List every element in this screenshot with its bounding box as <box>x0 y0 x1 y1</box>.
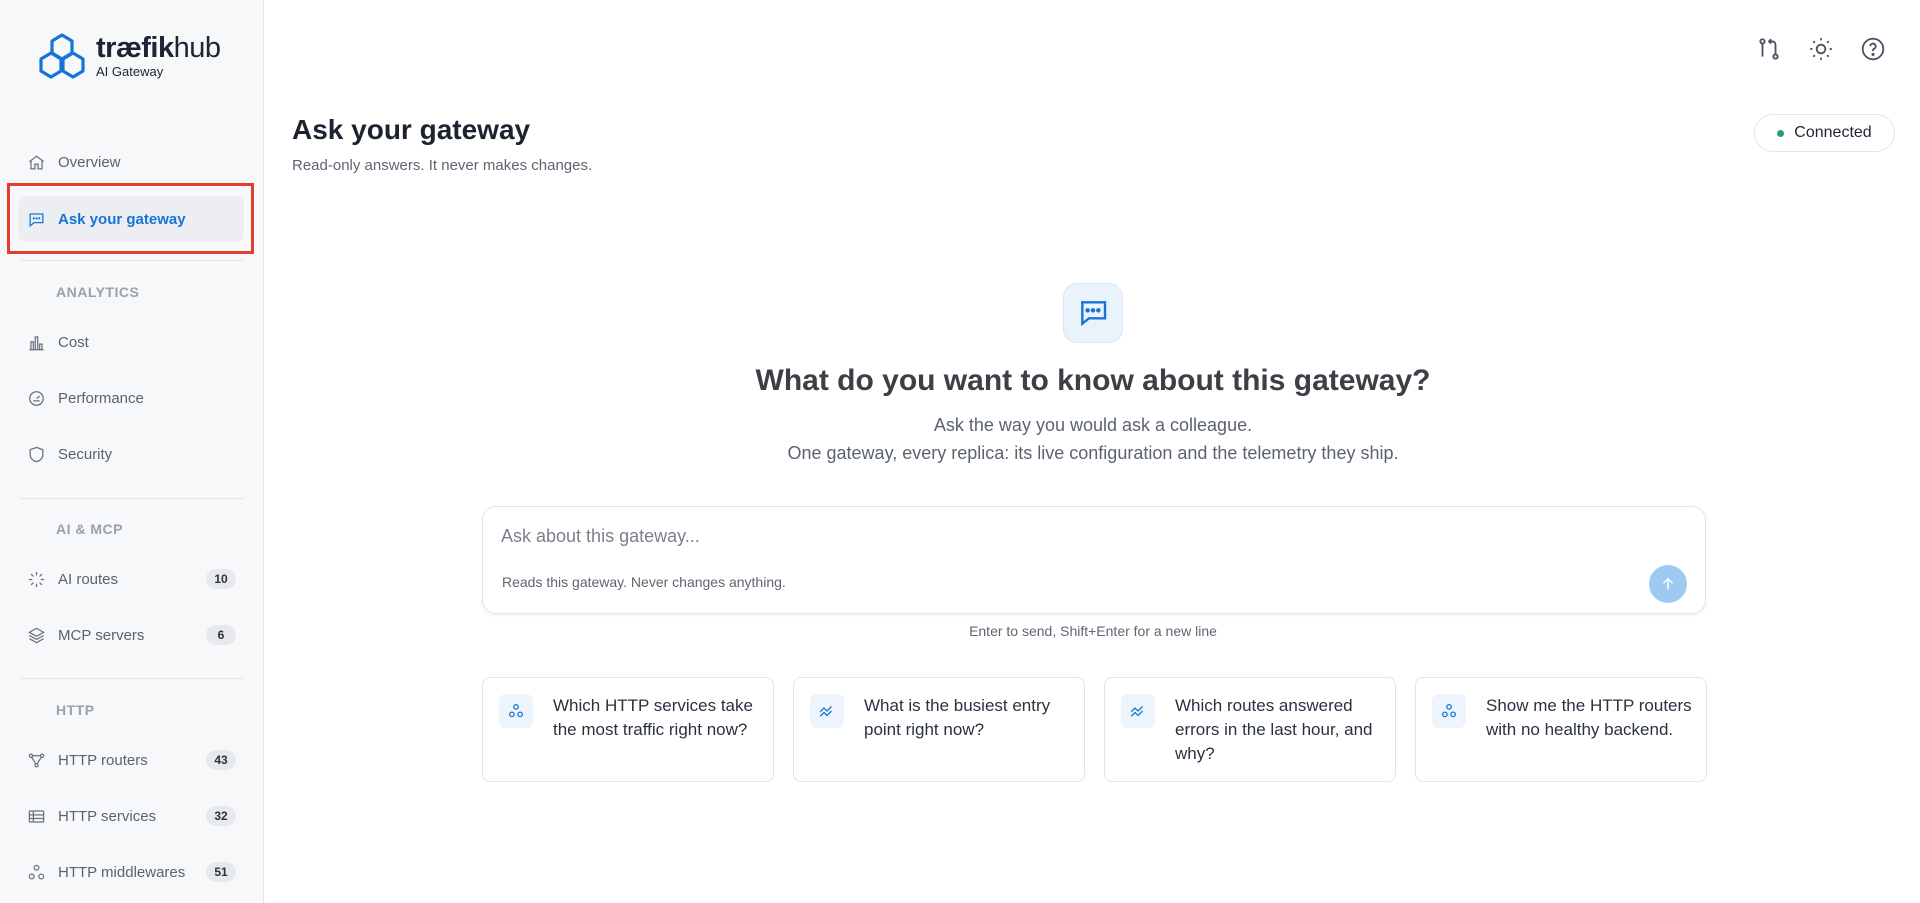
page-title: Ask your gateway <box>292 114 531 145</box>
section-label-analytics: ANALYTICS <box>56 284 140 300</box>
suggestion-text: Which HTTP services take the most traffi… <box>553 696 753 739</box>
keyboard-hint: Enter to send, Shift+Enter for a new lin… <box>969 623 1217 639</box>
status-label: Connected <box>1794 124 1872 141</box>
count-badge: 10 <box>206 569 236 589</box>
nodes-icon <box>1432 694 1466 728</box>
send-button[interactable] <box>1649 565 1687 603</box>
sidebar-item-label: Security <box>58 445 113 463</box>
router-icon <box>26 750 46 770</box>
section-label-http: HTTP <box>56 702 95 718</box>
trend-icon <box>1121 694 1155 728</box>
section-label-ai-mcp: AI & MCP <box>56 521 123 537</box>
shield-icon <box>26 444 46 464</box>
sidebar-item-http-services[interactable]: HTTP services 32 <box>18 793 244 839</box>
layers-icon <box>26 625 46 645</box>
sidebar-item-label: HTTP routers <box>58 751 148 769</box>
nodes-icon <box>499 694 533 728</box>
brand-name: træfikhub <box>96 32 221 64</box>
composer-note: Reads this gateway. Never changes anythi… <box>502 574 786 590</box>
page-subtitle: Read-only answers. It never makes change… <box>292 157 593 174</box>
sidebar-item-cost[interactable]: Cost <box>18 319 244 365</box>
sidebar-item-label: MCP servers <box>58 626 145 644</box>
sidebar-divider <box>20 260 244 261</box>
ask-input[interactable] <box>501 521 1681 551</box>
highlight-box <box>7 183 254 254</box>
home-icon <box>26 152 46 172</box>
spinner-icon <box>26 569 46 589</box>
sidebar-item-http-middlewares[interactable]: HTTP middlewares 51 <box>18 849 244 895</box>
composer: Reads this gateway. Never changes anythi… <box>482 506 1706 614</box>
sun-icon[interactable] <box>1808 36 1834 62</box>
hexagon-logo-icon <box>39 33 85 79</box>
nodes-icon <box>26 862 46 882</box>
sidebar-item-performance[interactable]: Performance <box>18 375 244 421</box>
sidebar-item-label: HTTP middlewares <box>58 863 186 881</box>
sidebar-item-label: HTTP services <box>58 807 157 825</box>
gauge-icon <box>26 388 46 408</box>
count-badge: 43 <box>206 750 236 770</box>
brand-logo[interactable]: træfikhub AI Gateway <box>36 32 221 80</box>
brand-product: AI Gateway <box>96 64 164 79</box>
status-dot <box>1777 129 1785 137</box>
hero-line-1: Ask the way you would ask a colleague. <box>933 415 1253 435</box>
suggestion-card[interactable]: Which HTTP services take the most traffi… <box>482 677 774 782</box>
sidebar-divider <box>20 498 244 499</box>
hero-title: What do you want to know about this gate… <box>755 364 1431 397</box>
help-icon[interactable] <box>1860 36 1886 62</box>
hero-line-2: One gateway, every replica: its live con… <box>787 443 1399 463</box>
sidebar-item-security[interactable]: Security <box>18 431 244 477</box>
suggestion-card[interactable]: Which routes answered errors in the last… <box>1104 677 1396 782</box>
status-badge: Connected <box>1754 114 1895 152</box>
trend-icon <box>810 694 844 728</box>
suggestion-card[interactable]: Show me the HTTP routers with no healthy… <box>1415 677 1707 782</box>
sidebar-item-label: Overview <box>58 153 121 171</box>
chat-bubble-icon <box>1063 283 1123 343</box>
bar-chart-icon <box>26 332 46 352</box>
suggestion-text: Show me the HTTP routers with no healthy… <box>1486 696 1692 739</box>
suggestion-text: Which routes answered errors in the last… <box>1175 696 1373 763</box>
suggestion-text: What is the busiest entry point right no… <box>864 696 1051 739</box>
sidebar-item-mcp-servers[interactable]: MCP servers 6 <box>18 612 244 658</box>
sidebar-item-label: Cost <box>58 333 89 351</box>
count-badge: 51 <box>206 862 236 882</box>
git-compare-icon[interactable] <box>1756 36 1782 62</box>
sidebar: træfikhub AI Gateway Overview Ask your g… <box>0 0 264 903</box>
count-badge: 6 <box>206 625 236 645</box>
sidebar-item-label: AI routes <box>58 570 119 588</box>
sidebar-item-overview[interactable]: Overview <box>18 139 244 185</box>
count-badge: 32 <box>206 806 236 826</box>
sidebar-item-http-routers[interactable]: HTTP routers 43 <box>18 737 244 783</box>
sidebar-item-ai-routes[interactable]: AI routes 10 <box>18 556 244 602</box>
list-icon <box>26 806 46 826</box>
sidebar-divider <box>20 678 244 679</box>
arrow-up-icon <box>1662 577 1674 590</box>
suggestion-card[interactable]: What is the busiest entry point right no… <box>793 677 1085 782</box>
sidebar-item-label: Performance <box>58 389 144 407</box>
